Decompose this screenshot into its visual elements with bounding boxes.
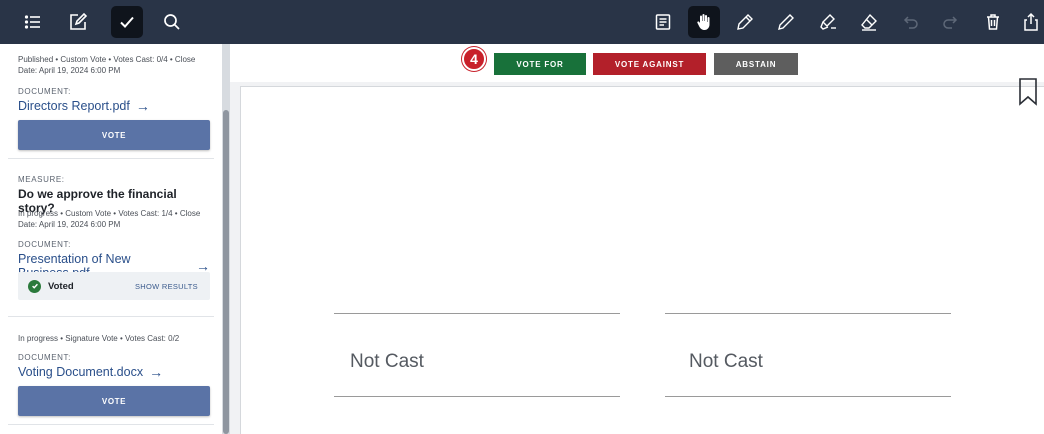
pen-icon[interactable] [729,6,761,38]
redo-icon[interactable] [935,6,967,38]
voting-sidebar: Published • Custom Vote • Votes Cast: 0/… [0,44,222,434]
item3-document-link[interactable]: Voting Document.docx → [18,365,210,379]
signature-left-status: Not Cast [350,351,424,372]
item1-meta: Published • Custom Vote • Votes Cast: 0/… [18,55,196,75]
edit-note-icon[interactable] [62,6,94,38]
item1-document-link[interactable]: Directors Report.pdf → [18,99,210,113]
signature-right-status: Not Cast [689,351,763,372]
arrow-right-icon: → [149,364,164,380]
hand-icon[interactable] [688,6,720,38]
document-page: Not Cast Not Cast [240,86,1044,434]
trash-icon[interactable] [977,6,1009,38]
item3-vote-button[interactable]: VOTE [18,386,210,416]
check-circle-icon [28,279,41,293]
arrow-right-icon: → [196,258,210,274]
signature-line [334,313,620,314]
pencil-icon[interactable] [770,6,802,38]
item2-document-label: DOCUMENT: [18,240,71,249]
item2-voted-status: Voted SHOW RESULTS [18,272,210,300]
item1-vote-button[interactable]: VOTE [18,120,210,150]
signature-line [334,396,620,397]
document-viewer: 4 VOTE FOR VOTE AGAINST ABSTAIN Not Cast… [230,44,1044,434]
vote-action-bar: 4 VOTE FOR VOTE AGAINST ABSTAIN [230,44,1044,82]
scrollbar-thumb[interactable] [223,110,229,434]
divider [8,316,214,317]
undo-icon[interactable] [894,6,926,38]
item1-document-label: DOCUMENT: [18,87,71,96]
abstain-button[interactable]: ABSTAIN [714,53,798,75]
item3-meta: In progress • Signature Vote • Votes Cas… [18,334,180,343]
show-results-link[interactable]: SHOW RESULTS [135,282,198,291]
top-toolbar [0,0,1044,44]
step-badge: 4 [462,47,486,71]
voted-label: Voted [48,280,74,292]
sidebar-scrollbar[interactable] [222,44,230,434]
bookmark-icon[interactable] [1018,78,1038,106]
item3-document-name: Voting Document.docx [18,365,144,379]
divider [8,424,214,425]
search-icon[interactable] [156,6,188,38]
eraser-icon[interactable] [853,6,885,38]
vote-against-button[interactable]: VOTE AGAINST [593,53,706,75]
item2-measure-label: MEASURE: [18,175,65,184]
vote-for-button[interactable]: VOTE FOR [494,53,586,75]
item2-meta: In progress • Custom Vote • Votes Cast: … [18,209,201,229]
notes-icon[interactable] [647,6,679,38]
arrow-right-icon: → [135,98,150,114]
item3-document-label: DOCUMENT: [18,353,71,362]
signature-line [665,313,951,314]
checkmark-icon[interactable] [111,6,143,38]
share-icon[interactable] [1018,6,1044,38]
item1-document-name: Directors Report.pdf [18,99,130,113]
list-icon[interactable] [17,6,49,38]
divider [8,158,214,159]
signature-line [665,396,951,397]
highlighter-icon[interactable] [812,6,844,38]
